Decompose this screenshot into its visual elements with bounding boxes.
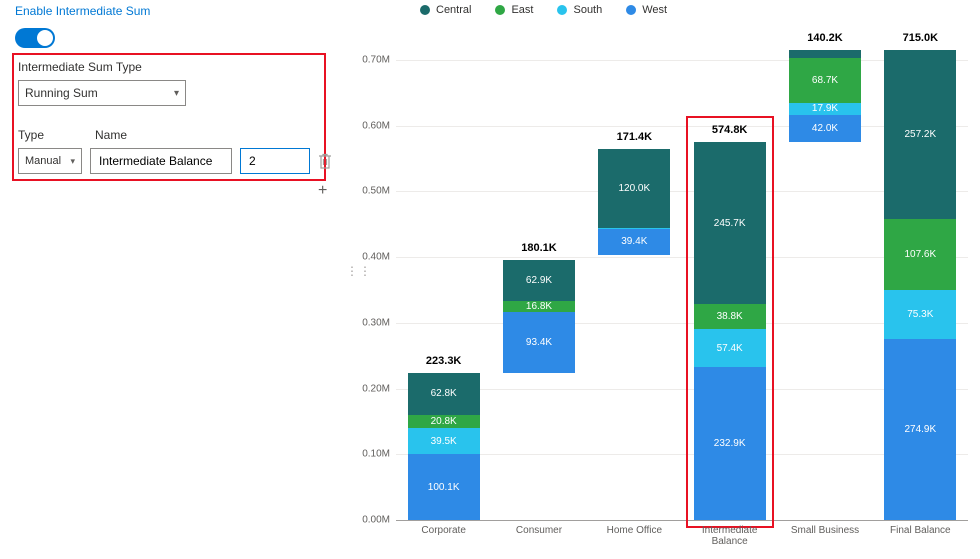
x-axis-label: Small Business	[789, 525, 861, 536]
bar-segment: 39.5K	[408, 428, 480, 454]
bar-segment-label: 257.2K	[904, 129, 936, 140]
y-tick-label: 0.40M	[362, 252, 390, 263]
bar-segment: 62.8K	[408, 373, 480, 414]
bar-total-label: 223.3K	[408, 355, 480, 367]
bar-segment: 42.0K	[789, 115, 861, 143]
chevron-down-icon: ▾	[70, 156, 75, 167]
type-value: Manual	[25, 155, 61, 167]
y-tick-label: 0.20M	[362, 383, 390, 394]
bar-segment: 17.9K	[789, 103, 861, 115]
x-axis-label: Home Office	[598, 525, 670, 536]
bar-segment: 68.7K	[789, 58, 861, 103]
enable-intermediate-sum-toggle[interactable]	[15, 28, 55, 48]
bar-segment-label: 62.9K	[526, 275, 552, 286]
bar-segment-label: 42.0K	[812, 123, 838, 134]
position-input[interactable]	[240, 148, 310, 174]
bar-segment-label: 39.5K	[431, 436, 457, 447]
add-icon[interactable]: +	[318, 182, 327, 200]
bar-total-label: 715.0K	[884, 32, 956, 44]
x-axis-label: Consumer	[503, 525, 575, 536]
toggle-knob-icon	[37, 30, 53, 46]
legend-item[interactable]: South	[557, 4, 602, 16]
x-axis-label: Final Balance	[884, 525, 956, 536]
legend-item[interactable]: Central	[420, 4, 471, 16]
bar-segment-label: 100.1K	[428, 482, 460, 493]
y-tick-label: 0.60M	[362, 120, 390, 131]
legend-dot-icon	[495, 5, 505, 15]
trash-icon[interactable]	[318, 152, 332, 170]
enable-intermediate-sum-label: Enable Intermediate Sum	[15, 4, 150, 18]
bar-segment-label: 16.8K	[526, 301, 552, 312]
legend-dot-icon	[626, 5, 636, 15]
bar-segment-label: 274.9K	[904, 424, 936, 435]
bar-group[interactable]: 42.0K17.9K68.7K140.2K	[789, 60, 861, 520]
y-tick-label: 0.30M	[362, 317, 390, 328]
bar-segment: 93.4K	[503, 312, 575, 373]
bar-segment: 39.4K	[598, 229, 670, 255]
type-label: Type	[18, 128, 44, 142]
y-axis: 0.00M0.10M0.20M0.30M0.40M0.50M0.60M0.70M	[356, 60, 396, 520]
grid-line	[396, 520, 968, 521]
legend-item[interactable]: West	[626, 4, 667, 16]
y-tick-label: 0.70M	[362, 55, 390, 66]
y-tick-label: 0.10M	[362, 449, 390, 460]
y-tick-label: 0.50M	[362, 186, 390, 197]
legend-dot-icon	[557, 5, 567, 15]
bar-total-label: 140.2K	[789, 32, 861, 44]
bar-segment: 107.6K	[884, 219, 956, 290]
intermediate-sum-type-label: Intermediate Sum Type	[18, 60, 142, 74]
bar-segment-label: 120.0K	[618, 183, 650, 194]
bar-segment-label: 17.9K	[812, 103, 838, 114]
legend-label: East	[511, 4, 533, 16]
bar-total-label: 171.4K	[598, 131, 670, 143]
bar-group[interactable]: 100.1K 39.5K 20.8K 62.8K 223.3K	[408, 60, 480, 520]
bar-segment: 120.0K	[598, 149, 670, 228]
bar-segment-label: 107.6K	[904, 249, 936, 260]
name-input[interactable]	[90, 148, 232, 174]
intermediate-sum-type-value: Running Sum	[25, 86, 98, 100]
bar-group[interactable]: 93.4K 16.8K 62.9K 180.1K	[503, 60, 575, 520]
bar-segment-label: 62.8K	[431, 388, 457, 399]
plot-area: 100.1K 39.5K 20.8K 62.8K 223.3K 93.4K 16.8K 62.…	[396, 60, 968, 520]
highlight-box-bar	[686, 116, 774, 528]
bar-segment: 257.2K	[884, 50, 956, 219]
bar-group[interactable]: 39.4K 120.0K 171.4K	[598, 60, 670, 520]
legend-label: West	[642, 4, 667, 16]
x-axis-labels: Corporate Consumer Home Office Intermediate…	[396, 525, 968, 555]
name-label: Name	[95, 128, 127, 142]
bar-segment	[789, 50, 861, 58]
x-axis-label: Corporate	[408, 525, 480, 536]
intermediate-sum-type-select[interactable]: Running Sum ▾	[18, 80, 186, 106]
chevron-down-icon: ▾	[174, 88, 179, 99]
bar-segment: 20.8K	[408, 415, 480, 429]
legend-label: South	[573, 4, 602, 16]
x-axis-label: Intermediate Balance	[694, 525, 766, 547]
y-tick-label: 0.00M	[362, 515, 390, 526]
bar-segment: 62.9K	[503, 260, 575, 301]
bar-segment: 100.1K	[408, 454, 480, 520]
bar-group[interactable]: 274.9K75.3K107.6K257.2K715.0K	[884, 60, 956, 520]
legend-label: Central	[436, 4, 471, 16]
bar-segment-label: 68.7K	[812, 75, 838, 86]
chart: ⋮⋮ 0.00M0.10M0.20M0.30M0.40M0.50M0.60M0.…	[356, 60, 972, 550]
legend-item[interactable]: East	[495, 4, 533, 16]
bar-segment-label: 75.3K	[907, 309, 933, 320]
bar-segment: 16.8K	[503, 301, 575, 312]
bar-segment: 274.9K	[884, 339, 956, 520]
legend-dot-icon	[420, 5, 430, 15]
bar-segment-label: 39.4K	[621, 236, 647, 247]
bar-segment-label: 93.4K	[526, 337, 552, 348]
bar-total-label: 180.1K	[503, 242, 575, 254]
bar-segment-label: 20.8K	[431, 416, 457, 427]
type-select[interactable]: Manual ▾	[18, 148, 82, 174]
legend: Central East South West	[420, 4, 667, 16]
bar-segment: 75.3K	[884, 290, 956, 339]
